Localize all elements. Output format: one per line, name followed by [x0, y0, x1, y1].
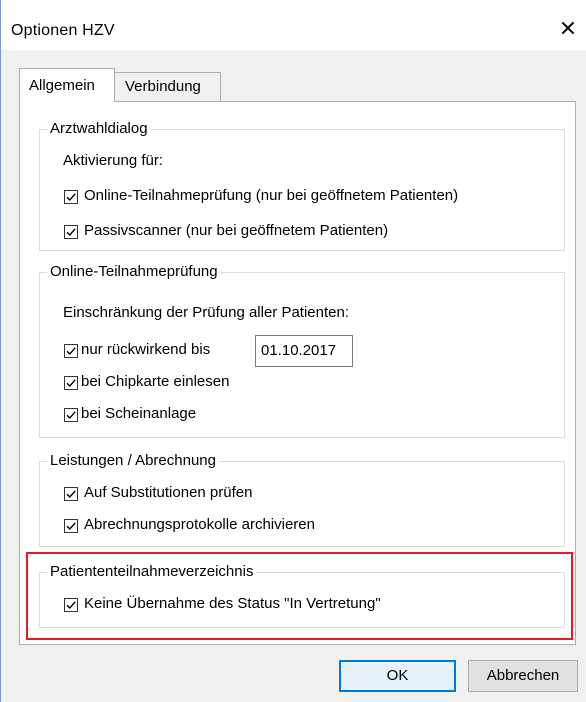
cancel-button[interactable]: Abbrechen — [468, 660, 578, 692]
checkbox-label[interactable]: nur rückwirkend bis — [81, 341, 210, 358]
checkbox-passivscanner[interactable] — [64, 225, 78, 239]
group-legend: Online-Teilnahmeprüfung — [47, 263, 221, 281]
checkbox-abrechnungsprotokolle[interactable] — [64, 519, 78, 533]
group-legend: Leistungen / Abrechnung — [47, 452, 219, 470]
checkbox-label[interactable]: Passivscanner (nur bei geöffnetem Patien… — [84, 222, 388, 239]
dialog-title: Optionen HZV — [11, 22, 115, 39]
checkbox-chipkarte[interactable] — [64, 376, 78, 390]
checkbox-label[interactable]: Auf Substitutionen prüfen — [84, 484, 252, 501]
tab-allgemein-label: Allgemein — [29, 77, 95, 94]
tab-verbindung[interactable]: Verbindung — [115, 72, 221, 102]
close-icon[interactable]: ✕ — [556, 18, 580, 42]
checkmark-icon — [66, 228, 76, 237]
tab-allgemein[interactable]: Allgemein — [19, 68, 115, 102]
checkmark-icon — [66, 347, 76, 356]
checkmark-icon — [66, 411, 76, 420]
ok-button[interactable]: OK — [339, 660, 456, 692]
checkmark-icon — [66, 193, 76, 202]
checkbox-label[interactable]: bei Chipkarte einlesen — [81, 373, 229, 390]
checkmark-icon — [66, 379, 76, 388]
group-legend: Arztwahldialog — [47, 120, 151, 138]
checkmark-icon — [66, 522, 76, 531]
checkbox-label[interactable]: Online-Teilnahmeprüfung (nur bei geöffne… — [84, 187, 458, 204]
date-field[interactable]: 01.10.2017 — [255, 335, 353, 367]
group-leistungen-abrechnung: Leistungen / Abrechnung — [39, 452, 565, 547]
checkbox-label[interactable]: bei Scheinanlage — [81, 405, 196, 422]
group-subtitle: Einschränkung der Prüfung aller Patiente… — [63, 304, 350, 321]
title-bar: Optionen HZV ✕ — [1, 0, 586, 50]
highlight-frame — [26, 552, 573, 640]
checkbox-substitutionen[interactable] — [64, 487, 78, 501]
checkbox-label[interactable]: Abrechnungsprotokolle archivieren — [84, 516, 315, 533]
options-dialog: Optionen HZV ✕ Allgemein Verbindung Arzt… — [0, 0, 586, 702]
checkbox-scheinanlage[interactable] — [64, 408, 78, 422]
group-subtitle: Aktivierung für: — [63, 152, 164, 169]
checkmark-icon — [66, 490, 76, 499]
checkbox-online-teilnahmepruefung[interactable] — [64, 190, 78, 204]
checkbox-nur-rueckwirkend[interactable] — [64, 344, 78, 358]
tab-verbindung-label: Verbindung — [125, 78, 201, 95]
